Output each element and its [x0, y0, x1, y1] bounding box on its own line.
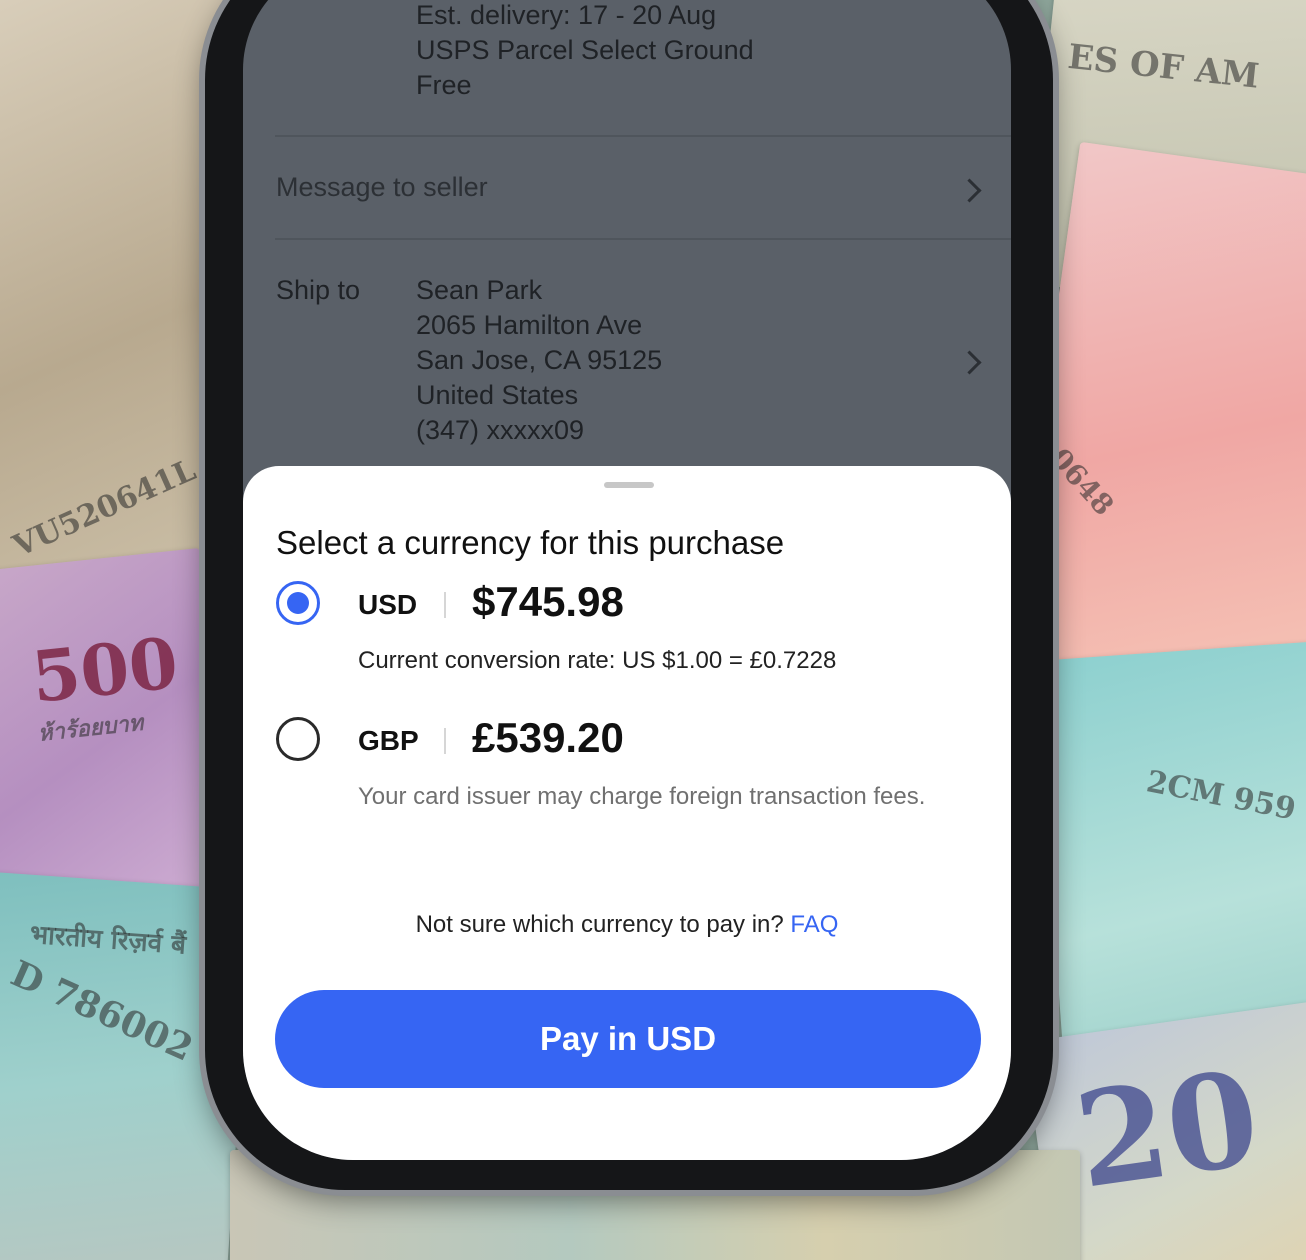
banknote-serial: VU520641L	[7, 452, 202, 565]
banknote-text: ES OF AM	[1065, 36, 1261, 97]
divider	[275, 238, 1011, 240]
currency-amount: $745.98	[472, 578, 624, 625]
phone-screen: Est. delivery: 17 - 20 Aug USPS Parcel S…	[243, 0, 1011, 1160]
currency-amount: £539.20	[472, 714, 624, 761]
ship-to-country: United States	[416, 380, 579, 410]
banknote-serial: 2CM 959	[1143, 764, 1299, 828]
message-to-seller-row[interactable]: Message to seller	[276, 172, 488, 203]
divider	[275, 135, 1011, 137]
separator	[444, 592, 446, 618]
drag-handle[interactable]	[604, 482, 654, 488]
ship-to-street: 2065 Hamilton Ave	[416, 310, 643, 340]
currency-code: USD	[358, 589, 418, 620]
help-question: Not sure which currency to pay in?	[415, 911, 784, 938]
banknote-serial: D 786002	[4, 952, 200, 1070]
ship-to-label: Ship to	[276, 275, 361, 305]
radio-gbp-unselected[interactable]	[276, 717, 320, 761]
foreign-fee-warning: Your card issuer may charge foreign tran…	[358, 783, 926, 810]
sheet-title: Select a currency for this purchase	[276, 524, 785, 561]
currency-help-text: Not sure which currency to pay in? FAQ	[243, 911, 1011, 939]
separator	[444, 728, 446, 754]
conversion-rate-text: Current conversion rate: US $1.00 = £0.7…	[358, 647, 837, 674]
delivery-price: Free	[416, 70, 472, 100]
ship-to-name[interactable]: Sean Park	[416, 275, 542, 306]
pay-button[interactable]: Pay in USD	[275, 990, 981, 1088]
radio-usd-selected[interactable]	[276, 581, 320, 625]
chevron-right-icon	[957, 350, 982, 375]
chevron-right-icon	[957, 178, 982, 203]
currency-bottom-sheet: Select a currency for this purchase USD …	[243, 466, 1011, 1160]
banknote-script: भारतीय रिज़र्व बैं	[28, 919, 187, 961]
banknote-denomination: 500	[27, 621, 182, 719]
banknote-serial: 0648	[1043, 441, 1121, 522]
delivery-service: USPS Parcel Select Ground	[416, 35, 754, 65]
currency-code: GBP	[358, 725, 419, 756]
ship-to-phone: (347) xxxxx09	[416, 415, 585, 445]
delivery-estimate: Est. delivery: 17 - 20 Aug	[416, 0, 717, 30]
ship-to-city: San Jose, CA 95125	[416, 345, 663, 375]
banknote-denomination: 20	[1067, 1041, 1268, 1218]
faq-link[interactable]: FAQ	[790, 911, 838, 938]
